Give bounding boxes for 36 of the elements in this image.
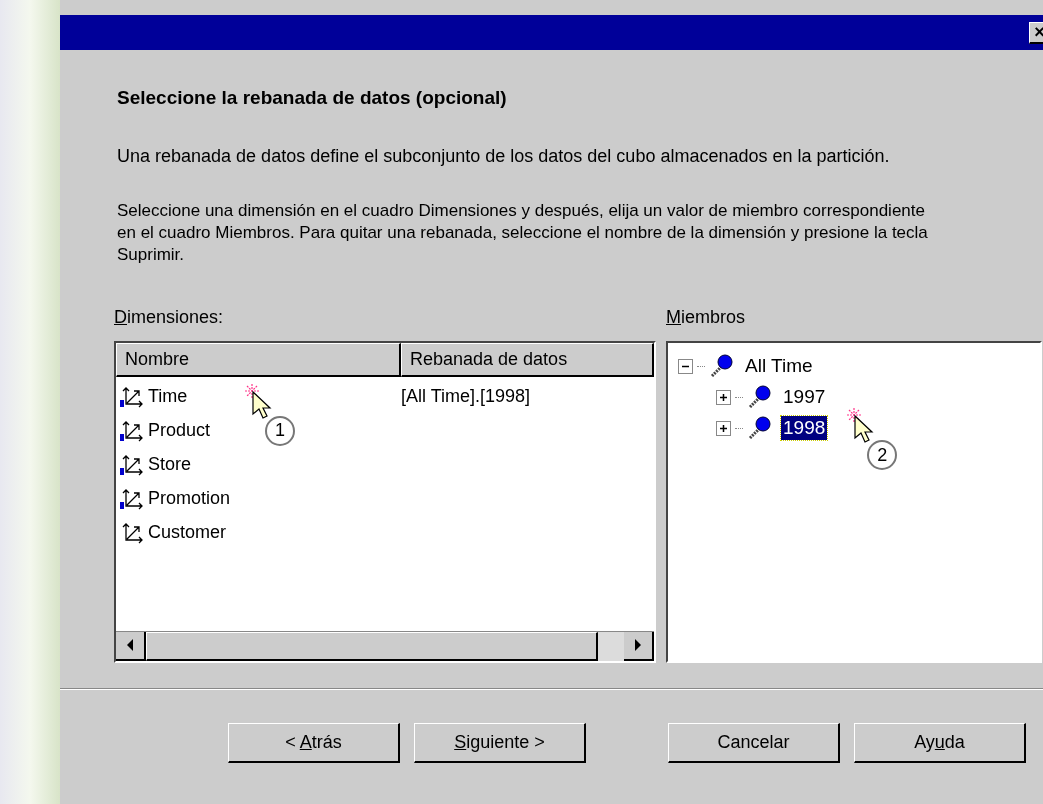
dimensions-label: Dimensiones: [114, 305, 225, 329]
dimension-name[interactable]: Product [148, 417, 211, 444]
wizard-button[interactable]: Ayuda [854, 722, 1026, 763]
pin-icon [747, 416, 773, 440]
tree-item[interactable]: All Time [743, 354, 815, 378]
wizard-button[interactable]: Cancelar [668, 722, 840, 763]
right-arrow-icon [634, 639, 642, 651]
column-header[interactable]: Nombre [116, 342, 401, 377]
left-arrow-icon [126, 639, 134, 651]
wizard-button[interactable]: Siguiente > [414, 722, 586, 763]
callout-number: 2 [867, 440, 898, 470]
dimension-name[interactable]: Customer [148, 519, 227, 546]
dimension-name[interactable]: Store [148, 451, 192, 478]
members-label: Miembros [666, 305, 747, 329]
pin-icon [709, 354, 735, 378]
instruction-text: Seleccione una dimensión en el cuadro Dimensiones y después, elija un valor de miembro correspondiente en el cuadro Miembros. Para quitar una rebanada, seleccione el nombre de la dimensión y presione la tecla Suprimir. [117, 199, 929, 266]
description-text: Una rebanada de datos define el subconjunto de los datos del cubo almacenados en la partición. [117, 144, 891, 168]
wizard-heading: Seleccione la rebanada de datos (opcional) [117, 86, 508, 110]
dimension-name[interactable]: Promotion [148, 485, 231, 512]
wizard-button[interactable]: < Atrás [228, 722, 400, 763]
tree-item[interactable]: 1997 [781, 385, 828, 409]
plus-icon [719, 392, 728, 402]
scroll-right-button[interactable] [624, 631, 654, 661]
expand-toggle[interactable] [716, 389, 731, 405]
callout-number: 1 [265, 415, 295, 446]
horizontal-scrollbar[interactable] [116, 630, 654, 661]
pin-icon [747, 385, 773, 409]
tree-item[interactable]: 1998 [781, 416, 828, 440]
scroll-thumb[interactable] [146, 631, 598, 661]
collapse-toggle[interactable] [678, 358, 693, 374]
expand-toggle[interactable] [716, 420, 731, 436]
dimension-name[interactable]: Time [148, 383, 188, 410]
column-header[interactable]: Rebanada de datos [401, 342, 654, 377]
slice-value: [All Time].[1998] [401, 385, 531, 408]
plus-icon [719, 423, 728, 433]
scroll-left-button[interactable] [116, 631, 146, 661]
